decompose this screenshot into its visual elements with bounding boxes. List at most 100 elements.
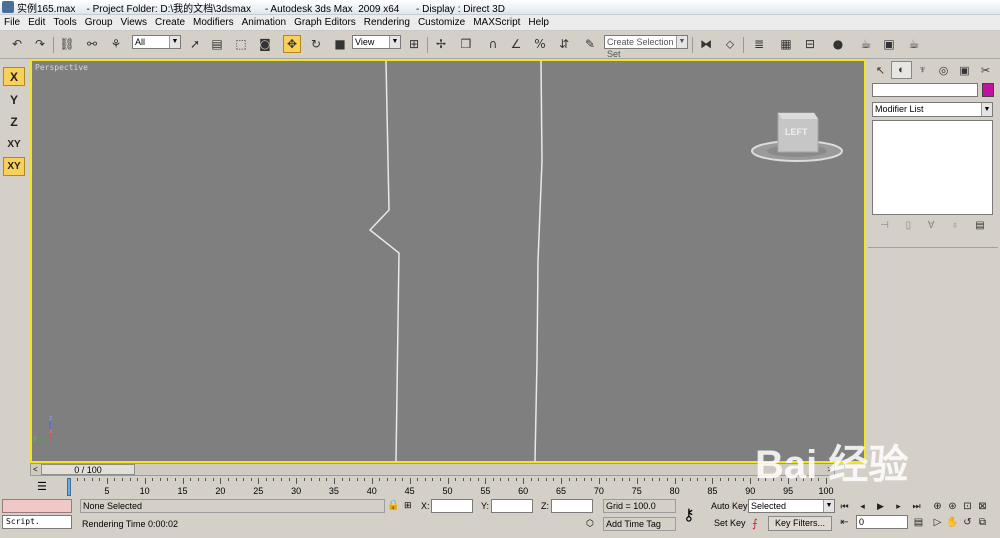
keyboard-shortcut-icon[interactable]: ❒: [457, 35, 475, 53]
menu-create[interactable]: Create: [151, 15, 189, 31]
maxscript-listener-mini[interactable]: [2, 499, 72, 513]
percent-snap-icon[interactable]: %: [531, 35, 549, 53]
rect-region-icon[interactable]: ⬚: [232, 35, 250, 53]
hierarchy-tab-icon[interactable]: ♆: [912, 61, 933, 79]
scale-icon[interactable]: ■: [331, 35, 349, 53]
time-slider-thumb[interactable]: 0 / 100: [41, 464, 135, 475]
x-coord-field[interactable]: [431, 499, 473, 513]
modifier-list-dropdown[interactable]: Modifier List ▼: [872, 102, 993, 117]
mirror-icon[interactable]: ⧓: [697, 35, 715, 53]
reference-coord-dropdown[interactable]: View ▼: [352, 35, 401, 49]
pan-view-icon[interactable]: ✋: [946, 516, 959, 529]
key-mode-toggle-icon[interactable]: ⇤: [838, 516, 851, 529]
field-of-view-icon[interactable]: ▷: [931, 516, 944, 529]
auto-key-button[interactable]: Auto Key: [711, 499, 748, 514]
window-crossing-icon[interactable]: ◙: [256, 35, 274, 53]
rotate-icon[interactable]: ↻: [307, 35, 325, 53]
menu-rendering[interactable]: Rendering: [360, 15, 414, 31]
key-filters-button[interactable]: Key Filters...: [768, 516, 832, 531]
make-unique-icon[interactable]: ∀: [928, 220, 935, 231]
redo-icon[interactable]: ↷: [31, 35, 49, 53]
quick-render-icon[interactable]: ☕: [905, 35, 923, 53]
time-cursor[interactable]: [67, 478, 71, 496]
unlink-icon[interactable]: ⚯: [83, 35, 101, 53]
schematic-view-icon[interactable]: ⊟: [801, 35, 819, 53]
remove-modifier-icon[interactable]: ♁: [951, 220, 959, 231]
select-by-name-icon[interactable]: ▤: [208, 35, 226, 53]
time-config-icon[interactable]: ▤: [912, 516, 925, 529]
track-bar[interactable]: 5 10 15 20 25 30 35 40 45 50 55 60 65 70 75 80 85 90 95 100: [67, 478, 837, 498]
object-color-swatch[interactable]: [982, 83, 994, 97]
layer-manager-icon[interactable]: ≣: [750, 35, 768, 53]
selection-filter-dropdown[interactable]: All ▼: [132, 35, 181, 49]
time-slider-prev[interactable]: <: [33, 465, 38, 474]
undo-icon[interactable]: ↶: [8, 35, 26, 53]
menu-customize[interactable]: Customize: [414, 15, 469, 31]
manipulate-icon[interactable]: ✢: [432, 35, 450, 53]
menu-file[interactable]: File: [0, 15, 24, 31]
align-icon[interactable]: ⬦: [721, 35, 739, 53]
axis-z-button[interactable]: Z: [3, 112, 25, 131]
configure-modifier-sets-icon[interactable]: ▤: [975, 220, 984, 231]
create-tab-icon[interactable]: ↖: [870, 61, 891, 79]
move-icon[interactable]: ✥: [283, 35, 301, 53]
motion-tab-icon[interactable]: ◎: [933, 61, 954, 79]
spinner-snap-icon[interactable]: ⇵: [555, 35, 573, 53]
menu-edit[interactable]: Edit: [24, 15, 49, 31]
set-key-button[interactable]: Set Key: [714, 516, 746, 531]
render-frame-icon[interactable]: ▣: [880, 35, 898, 53]
menu-graph-editors[interactable]: Graph Editors: [290, 15, 360, 31]
modify-tab-icon[interactable]: ◐: [891, 61, 912, 79]
display-tab-icon[interactable]: ▣: [954, 61, 975, 79]
curve-editor-icon[interactable]: ▦: [777, 35, 795, 53]
snap-3d-icon[interactable]: ∩: [484, 35, 502, 53]
script-field[interactable]: Script.: [2, 515, 72, 529]
named-selection-dropdown[interactable]: Create Selection Set ▼: [604, 35, 688, 59]
maximize-viewport-icon[interactable]: ⧉: [976, 516, 989, 529]
axis-xy-cycle-button[interactable]: XY: [3, 157, 25, 176]
menu-maxscript[interactable]: MAXScript: [469, 15, 524, 31]
show-end-result-icon[interactable]: ▯: [906, 220, 912, 231]
curve-editor-mini-icon[interactable]: ☰: [37, 480, 53, 494]
viewcube-label[interactable]: LEFT: [785, 127, 808, 137]
perspective-viewport[interactable]: Perspective LEFT z x y: [30, 59, 866, 463]
track-tick: [409, 478, 411, 484]
zoom-extents-all-icon[interactable]: ⊠: [976, 500, 989, 513]
z-coord-field[interactable]: [551, 499, 593, 513]
select-object-icon[interactable]: ➚: [186, 35, 204, 53]
menu-group[interactable]: Group: [81, 15, 117, 31]
pin-stack-icon[interactable]: ⊣: [880, 220, 889, 231]
modifier-stack[interactable]: [872, 120, 993, 215]
render-setup-icon[interactable]: ☕: [857, 35, 875, 53]
object-name-field[interactable]: [872, 83, 978, 97]
track-tick: [538, 478, 540, 481]
menu-tools[interactable]: Tools: [49, 15, 80, 31]
utilities-tab-icon[interactable]: ✂: [975, 61, 996, 79]
angle-snap-icon[interactable]: ∠: [507, 35, 525, 53]
zoom-extents-icon[interactable]: ⊡: [961, 500, 974, 513]
axis-y-button[interactable]: Y: [3, 90, 25, 109]
pivot-icon[interactable]: ⊞: [405, 35, 423, 53]
menu-modifiers[interactable]: Modifiers: [189, 15, 238, 31]
add-time-tag-button[interactable]: Add Time Tag: [603, 517, 676, 531]
app-icon[interactable]: [2, 1, 14, 13]
menu-help[interactable]: Help: [524, 15, 553, 31]
lock-selection-icon[interactable]: 🔒: [387, 500, 399, 511]
axis-xy-button[interactable]: XY: [3, 135, 25, 154]
track-tick: [508, 478, 510, 481]
material-editor-icon[interactable]: ●: [829, 35, 847, 53]
track-tick: [311, 478, 313, 481]
absolute-mode-icon[interactable]: ⊞: [404, 500, 412, 511]
axis-x-button[interactable]: X: [3, 67, 25, 86]
time-slider[interactable]: < 0 / 100 >: [30, 463, 835, 476]
select-link-icon[interactable]: ⛓: [58, 35, 76, 53]
orbit-icon[interactable]: ↺: [961, 516, 974, 529]
bind-space-warp-icon[interactable]: ⚘: [107, 35, 125, 53]
menu-views[interactable]: Views: [117, 15, 152, 31]
edit-named-sel-icon[interactable]: ✎: [581, 35, 599, 53]
menu-animation[interactable]: Animation: [238, 15, 290, 31]
track-tick-label: 50: [442, 486, 453, 496]
y-coord-field[interactable]: [491, 499, 533, 513]
current-frame-field[interactable]: 0: [856, 515, 908, 529]
set-key-icon[interactable]: ⚷: [683, 505, 695, 525]
